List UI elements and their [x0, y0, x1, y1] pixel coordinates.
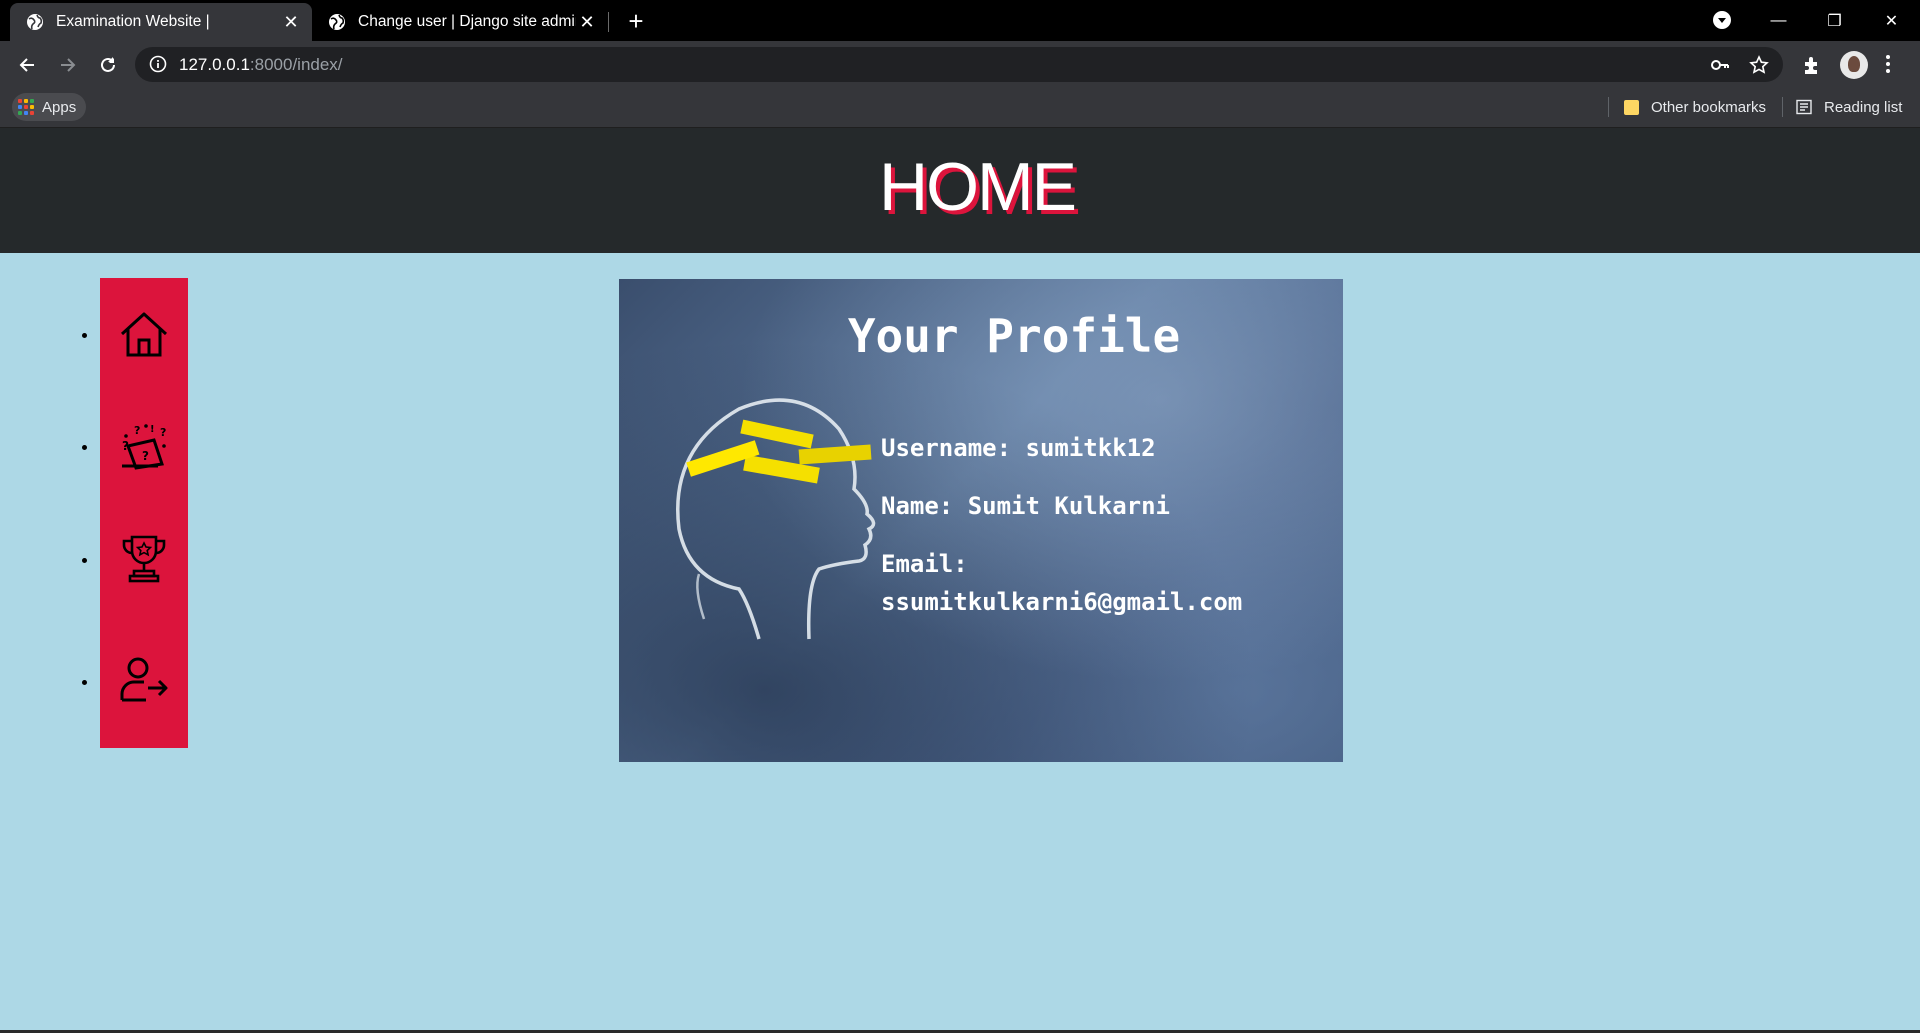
- svg-text:?: ?: [134, 424, 140, 437]
- page-header: HOME: [0, 128, 1920, 253]
- key-icon[interactable]: [1710, 55, 1730, 75]
- quiz-icon[interactable]: ? ? ? ! ?: [118, 420, 170, 472]
- profile-title: Your Profile: [847, 309, 1181, 363]
- folder-icon: [1624, 99, 1639, 115]
- chalk-head-illustration: [676, 398, 876, 640]
- close-window-button[interactable]: ✕: [1863, 0, 1920, 41]
- logout-icon[interactable]: [118, 654, 170, 706]
- apps-label: Apps: [42, 98, 77, 116]
- info-icon[interactable]: [149, 55, 167, 73]
- new-tab-button[interactable]: +: [622, 7, 650, 35]
- sidebar-nav: ? ? ? ! ?: [100, 278, 188, 748]
- browser-toolbar: 127.0.0.1:8000/index/: [0, 41, 1920, 88]
- list-bullet: [82, 445, 87, 450]
- email-label: Email:: [881, 550, 968, 578]
- close-tab-icon[interactable]: ✕: [576, 11, 598, 33]
- profile-card: Your Profile Username: sumitkk12 Name: S…: [619, 279, 1343, 762]
- menu-icon[interactable]: [1885, 53, 1891, 75]
- page-title: HOME: [879, 149, 1077, 225]
- home-icon[interactable]: [118, 308, 170, 360]
- bookmarks-separator: [1608, 97, 1609, 117]
- restore-button[interactable]: ❐: [1806, 0, 1863, 41]
- reload-icon: [101, 57, 115, 72]
- globe-icon: [329, 14, 345, 30]
- close-tab-icon[interactable]: ✕: [280, 11, 302, 33]
- profile-avatar[interactable]: [1840, 51, 1868, 79]
- email-value: ssumitkulkarni6@gmail.com: [881, 588, 1243, 616]
- list-bullet: [82, 333, 87, 338]
- other-bookmarks[interactable]: Other bookmarks: [1624, 94, 1766, 120]
- trophy-icon[interactable]: [118, 533, 170, 585]
- address-bar[interactable]: 127.0.0.1:8000/index/: [135, 47, 1783, 82]
- arrow-left-icon: [19, 58, 34, 72]
- bookmarks-separator: [1782, 97, 1783, 117]
- tab-examination-website[interactable]: Examination Website | ✕: [10, 3, 312, 41]
- reload-button[interactable]: [92, 49, 124, 81]
- tab-separator: [608, 12, 609, 32]
- globe-icon: [27, 14, 43, 30]
- svg-text:!: !: [150, 424, 155, 435]
- url-text: 127.0.0.1:8000/index/: [179, 55, 343, 74]
- forward-button[interactable]: [52, 49, 84, 81]
- reading-list-label: Reading list: [1824, 98, 1903, 116]
- tab-search-icon[interactable]: [1713, 11, 1731, 29]
- reading-list-icon: [1796, 99, 1812, 115]
- apps-shortcut[interactable]: Apps: [12, 93, 87, 121]
- arrow-right-icon: [61, 58, 76, 72]
- star-icon[interactable]: [1749, 55, 1769, 75]
- browser-titlebar: Examination Website | ✕ Change user | Dj…: [0, 0, 1920, 41]
- apps-grid-icon: [18, 99, 34, 115]
- username-text: Username: sumitkk12: [881, 434, 1156, 462]
- reading-list[interactable]: Reading list: [1796, 94, 1902, 120]
- tab-title: Change user | Django site admin: [358, 13, 576, 30]
- list-bullet: [82, 680, 87, 685]
- svg-text:?: ?: [160, 426, 166, 439]
- back-button[interactable]: [11, 49, 43, 81]
- tab-title: Examination Website |: [56, 13, 210, 30]
- extensions-icon[interactable]: [1801, 54, 1823, 76]
- svg-text:?: ?: [122, 439, 129, 453]
- svg-text:?: ?: [142, 449, 149, 463]
- bookmarks-bar: Apps Other bookmarks Reading list: [0, 88, 1920, 128]
- tab-django-admin[interactable]: Change user | Django site admin ✕: [312, 3, 608, 41]
- minimize-button[interactable]: —: [1750, 0, 1807, 41]
- name-text: Name: Sumit Kulkarni: [881, 492, 1170, 520]
- list-bullet: [82, 558, 87, 563]
- other-bookmarks-label: Other bookmarks: [1651, 98, 1767, 116]
